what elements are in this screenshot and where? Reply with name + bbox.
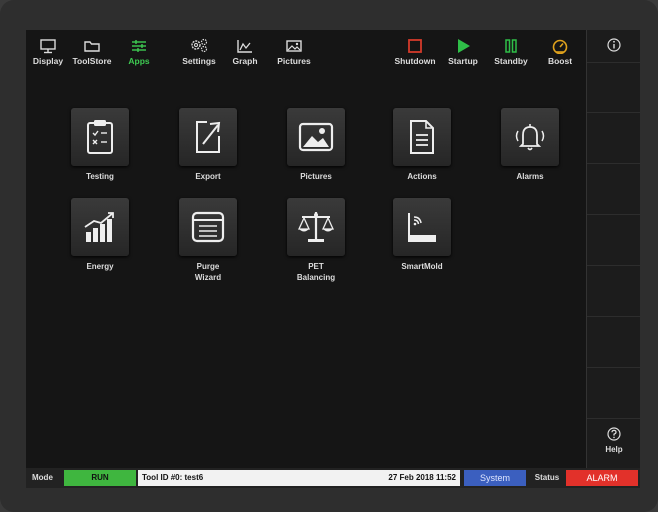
sidebar-slot[interactable] [587,368,640,419]
toolbar-toolstore-label: ToolStore [72,56,112,66]
app-label-pictures: Pictures [300,172,332,181]
document-icon [393,108,451,166]
help-button[interactable]: Help [587,419,640,467]
app-tile-smartmold[interactable]: SmartMold [382,198,462,272]
mode-value-badge[interactable]: RUN [64,470,136,486]
app-label-purge-wizard: Purge Wizard [194,262,222,282]
right-sidebar: Help [586,30,640,468]
help-icon [587,419,640,441]
toolbar-apps-label: Apps [128,56,150,66]
system-button[interactable]: System [464,470,526,486]
sidebar-slot[interactable] [587,164,640,215]
bell-icon [501,108,559,166]
toolbar-toolstore-button[interactable]: ToolStore [66,36,118,66]
gears-icon [176,36,222,54]
wifi-mold-icon [393,198,451,256]
toolbar-graph-button[interactable]: Graph [228,36,262,66]
app-tile-pictures[interactable]: Pictures [276,108,356,182]
scale-icon [287,198,345,256]
toolbar-boost-button[interactable]: Boost [538,36,582,66]
toolbar-display-button[interactable]: Display [30,36,66,66]
graph-icon [228,36,262,54]
status-label: Status [534,473,560,482]
app-tile-pet-balancing[interactable]: PET Balancing [276,198,356,283]
status-bar: Mode RUN Tool ID #0: test6 27 Feb 2018 1… [26,468,640,488]
folder-icon [66,36,118,54]
datetime-text: 27 Feb 2018 11:52 [388,473,456,482]
app-label-pet-balancing: PET Balancing [296,262,336,282]
monitor-icon [30,36,66,54]
sidebar-slot[interactable] [587,113,640,164]
toolbar-standby-label: Standby [494,56,528,66]
toolbar-apps-button[interactable]: Apps [122,36,156,66]
sidebar-slot[interactable] [587,317,640,368]
app-label-actions: Actions [407,172,437,181]
toolbar-startup-button[interactable]: Startup [442,36,484,66]
info-icon [587,30,640,52]
app-label-testing: Testing [86,172,114,181]
help-label: Help [605,445,623,454]
toolbar-boost-label: Boost [547,56,573,66]
sidebar-slot[interactable] [587,215,640,266]
app-label-smartmold: SmartMold [401,262,443,271]
toolbar-pictures-button[interactable]: Pictures [270,36,318,66]
app-tile-energy[interactable]: Energy [60,198,140,272]
gauge-icon [538,36,582,54]
app-tile-actions[interactable]: Actions [382,108,462,182]
stop-icon [390,36,440,54]
app-tile-purge-wizard[interactable]: Purge Wizard [168,198,248,283]
play-icon [442,36,484,54]
sliders-icon [122,36,156,54]
top-toolbar: Display ToolStore Apps Settings Graph Pi… [26,30,586,76]
toolbar-startup-label: Startup [448,56,478,66]
toolbar-graph-label: Graph [232,56,258,66]
app-label-export: Export [195,172,221,181]
tool-id-field: Tool ID #0: test6 27 Feb 2018 11:52 [138,470,460,486]
energy-chart-icon [71,198,129,256]
toolbar-settings-label: Settings [182,56,216,66]
app-label-alarms: Alarms [516,172,544,181]
app-tile-alarms[interactable]: Alarms [490,108,570,182]
app-tile-export[interactable]: Export [168,108,248,182]
clipboard-icon [71,108,129,166]
toolbar-pictures-label: Pictures [277,56,311,66]
sidebar-slot[interactable] [587,266,640,317]
hmi-screen: Display ToolStore Apps Settings Graph Pi… [26,30,640,488]
toolbar-shutdown-button[interactable]: Shutdown [390,36,440,66]
info-button[interactable] [587,30,640,63]
picture-icon [287,108,345,166]
app-tile-testing[interactable]: Testing [60,108,140,182]
toolbar-settings-button[interactable]: Settings [176,36,222,66]
purge-window-icon [179,198,237,256]
alarm-status-button[interactable]: ALARM [566,470,638,486]
mode-label: Mode [32,473,53,482]
sidebar-slot[interactable] [587,62,640,113]
pause-icon [488,36,534,54]
toolbar-standby-button[interactable]: Standby [488,36,534,66]
toolbar-display-label: Display [32,56,64,66]
export-icon [179,108,237,166]
toolbar-shutdown-label: Shutdown [394,56,436,66]
app-label-energy: Energy [86,262,114,271]
image-icon [270,36,318,54]
tool-id-text: Tool ID #0: test6 [142,473,204,482]
